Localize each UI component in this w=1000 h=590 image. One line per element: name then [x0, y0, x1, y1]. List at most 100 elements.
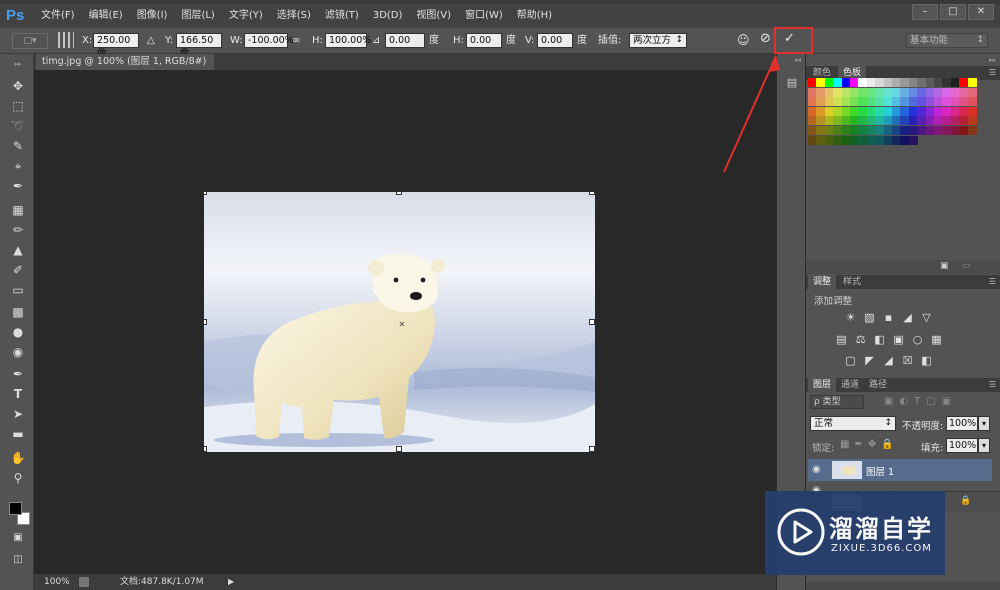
posterize-icon[interactable]: ◤: [863, 355, 876, 367]
photo-filter-icon[interactable]: ▣: [892, 334, 905, 346]
maximize-button[interactable]: □: [940, 4, 966, 20]
tab-layers[interactable]: 图层: [808, 378, 837, 392]
pen-tool-icon[interactable]: ✒: [10, 366, 26, 382]
transform-handle-top[interactable]: [396, 192, 402, 195]
warp-mode-icon[interactable]: ☺: [737, 33, 750, 47]
swatches-panel-menu-icon[interactable]: ☰: [989, 68, 996, 77]
layer-row-layer1[interactable]: ◉ 图层 1: [808, 459, 992, 481]
x-field[interactable]: 250.00 像: [93, 33, 139, 59]
path-selection-tool-icon[interactable]: ➤: [10, 406, 26, 422]
close-button[interactable]: ✕: [968, 4, 994, 20]
menu-3d[interactable]: 3D(D): [366, 4, 410, 28]
brush-tool-icon[interactable]: ✏: [10, 222, 26, 238]
screen-mode-icon[interactable]: ◫: [10, 552, 26, 568]
quick-mask-icon[interactable]: ▣: [10, 530, 26, 546]
history-panel-icon[interactable]: ▤: [785, 76, 799, 92]
document-tab[interactable]: timg.jpg @ 100% (图层 1, RGB/8#) * ×: [36, 54, 214, 83]
tab-adjustments[interactable]: 调整: [808, 275, 837, 289]
foreground-color-swatch[interactable]: [9, 502, 22, 515]
quick-select-tool-icon[interactable]: ✎: [10, 138, 26, 154]
channel-mixer-icon[interactable]: ○: [911, 334, 924, 346]
swatch[interactable]: [967, 78, 977, 87]
menu-select[interactable]: 选择(S): [270, 4, 318, 28]
rectangle-tool-icon[interactable]: ▬: [10, 426, 26, 442]
threshold-icon[interactable]: ◢: [882, 355, 895, 367]
layer-visibility-eye-icon[interactable]: ◉: [812, 464, 821, 475]
marquee-tool-icon[interactable]: ⬚: [10, 98, 26, 114]
menu-help[interactable]: 帮助(H): [510, 4, 559, 28]
move-tool-icon[interactable]: ✥: [10, 78, 26, 94]
curves-icon[interactable]: ▪: [882, 312, 895, 324]
menu-layer[interactable]: 图层(L): [174, 4, 221, 28]
zoom-level[interactable]: 100%: [44, 574, 70, 590]
blur-tool-icon[interactable]: ●: [10, 324, 26, 340]
collapse-tools-icon[interactable]: ▸▸: [10, 56, 26, 68]
swatch[interactable]: [967, 106, 977, 116]
fill-dropdown-icon[interactable]: ▾: [978, 438, 990, 453]
swatch[interactable]: [967, 87, 977, 97]
dodge-tool-icon[interactable]: ◉: [10, 344, 26, 360]
new-swatch-icon[interactable]: ▣: [940, 261, 949, 271]
hand-tool-icon[interactable]: ✋: [10, 450, 26, 466]
collapse-dock-icon[interactable]: ◂◂: [794, 56, 801, 64]
color-lookup-icon[interactable]: ▦: [930, 334, 943, 346]
interpolation-select[interactable]: 两次立方: [629, 33, 687, 48]
crop-tool-icon[interactable]: ⌖: [10, 158, 26, 174]
transform-handle-left[interactable]: [204, 319, 207, 325]
tab-styles[interactable]: 样式: [838, 275, 866, 289]
menu-filter[interactable]: 滤镜(T): [318, 4, 366, 28]
status-icon[interactable]: [79, 577, 89, 587]
gradient-tool-icon[interactable]: ▩: [10, 304, 26, 320]
history-brush-tool-icon[interactable]: ✐: [10, 262, 26, 278]
collapse-panels-icon[interactable]: ▸▸: [989, 56, 996, 64]
canvas-image[interactable]: [204, 192, 595, 452]
blend-mode-select[interactable]: 正常 ↕: [810, 416, 896, 431]
lasso-tool-icon[interactable]: ➰: [10, 118, 26, 134]
width-field[interactable]: -100.00%: [244, 33, 294, 48]
cancel-transform-icon[interactable]: ⊘: [760, 32, 771, 46]
tab-paths[interactable]: 路径: [864, 378, 892, 392]
transform-handle-bottom-left[interactable]: [204, 446, 207, 452]
fill-field[interactable]: 100%: [946, 438, 978, 453]
workspace-select[interactable]: 基本功能: [906, 33, 988, 48]
menu-image[interactable]: 图像(I): [130, 4, 175, 28]
eyedropper-tool-icon[interactable]: ✒: [10, 178, 26, 194]
layer-filter-icons[interactable]: ▣◐T▢▣: [884, 396, 957, 407]
tool-preset-picker[interactable]: □▾: [12, 33, 48, 49]
layer1-name[interactable]: 图层 1: [866, 464, 894, 478]
status-menu-arrow-icon[interactable]: ▶: [228, 574, 234, 590]
rotate-field[interactable]: 0.00: [385, 33, 425, 48]
link-icon[interactable]: ∞: [292, 34, 300, 48]
vibrance-icon[interactable]: ▽: [920, 312, 933, 324]
hue-saturation-icon[interactable]: ▤: [835, 334, 848, 346]
exposure-icon[interactable]: ◢: [901, 312, 914, 324]
swatch[interactable]: [967, 126, 977, 135]
swatch[interactable]: [908, 135, 918, 145]
levels-icon[interactable]: ▧: [863, 312, 876, 324]
reference-point-icon[interactable]: [58, 32, 74, 48]
color-balance-icon[interactable]: ⚖: [854, 334, 867, 346]
clone-stamp-tool-icon[interactable]: ▲: [10, 242, 26, 258]
tab-channels[interactable]: 通道: [836, 378, 864, 392]
transform-handle-top-right[interactable]: [589, 192, 595, 195]
healing-brush-tool-icon[interactable]: ▦: [10, 202, 26, 218]
swatch[interactable]: [967, 116, 977, 126]
menu-type[interactable]: 文字(Y): [222, 4, 270, 28]
document-info[interactable]: 文档:487.8K/1.07M: [120, 574, 204, 590]
swatch[interactable]: [967, 97, 977, 107]
relative-position-icon[interactable]: △: [147, 34, 155, 48]
black-white-icon[interactable]: ◧: [873, 334, 886, 346]
layer-filter-select[interactable]: ρ 类型: [810, 395, 864, 409]
menu-window[interactable]: 窗口(W): [458, 4, 510, 28]
y-field[interactable]: 166.50 像: [176, 33, 222, 59]
zoom-tool-icon[interactable]: ⚲: [10, 470, 26, 486]
type-tool-icon[interactable]: T: [10, 386, 26, 402]
gradient-map-icon[interactable]: ◧: [920, 355, 933, 367]
eraser-tool-icon[interactable]: ▭: [10, 282, 26, 298]
height-field[interactable]: 100.00%: [325, 33, 371, 48]
menu-edit[interactable]: 编辑(E): [82, 4, 130, 28]
swatches-grid[interactable]: [808, 78, 977, 146]
transform-handle-bottom[interactable]: [396, 446, 402, 452]
layers-panel-menu-icon[interactable]: ☰: [989, 380, 996, 389]
transform-handle-top-left[interactable]: [204, 192, 207, 195]
